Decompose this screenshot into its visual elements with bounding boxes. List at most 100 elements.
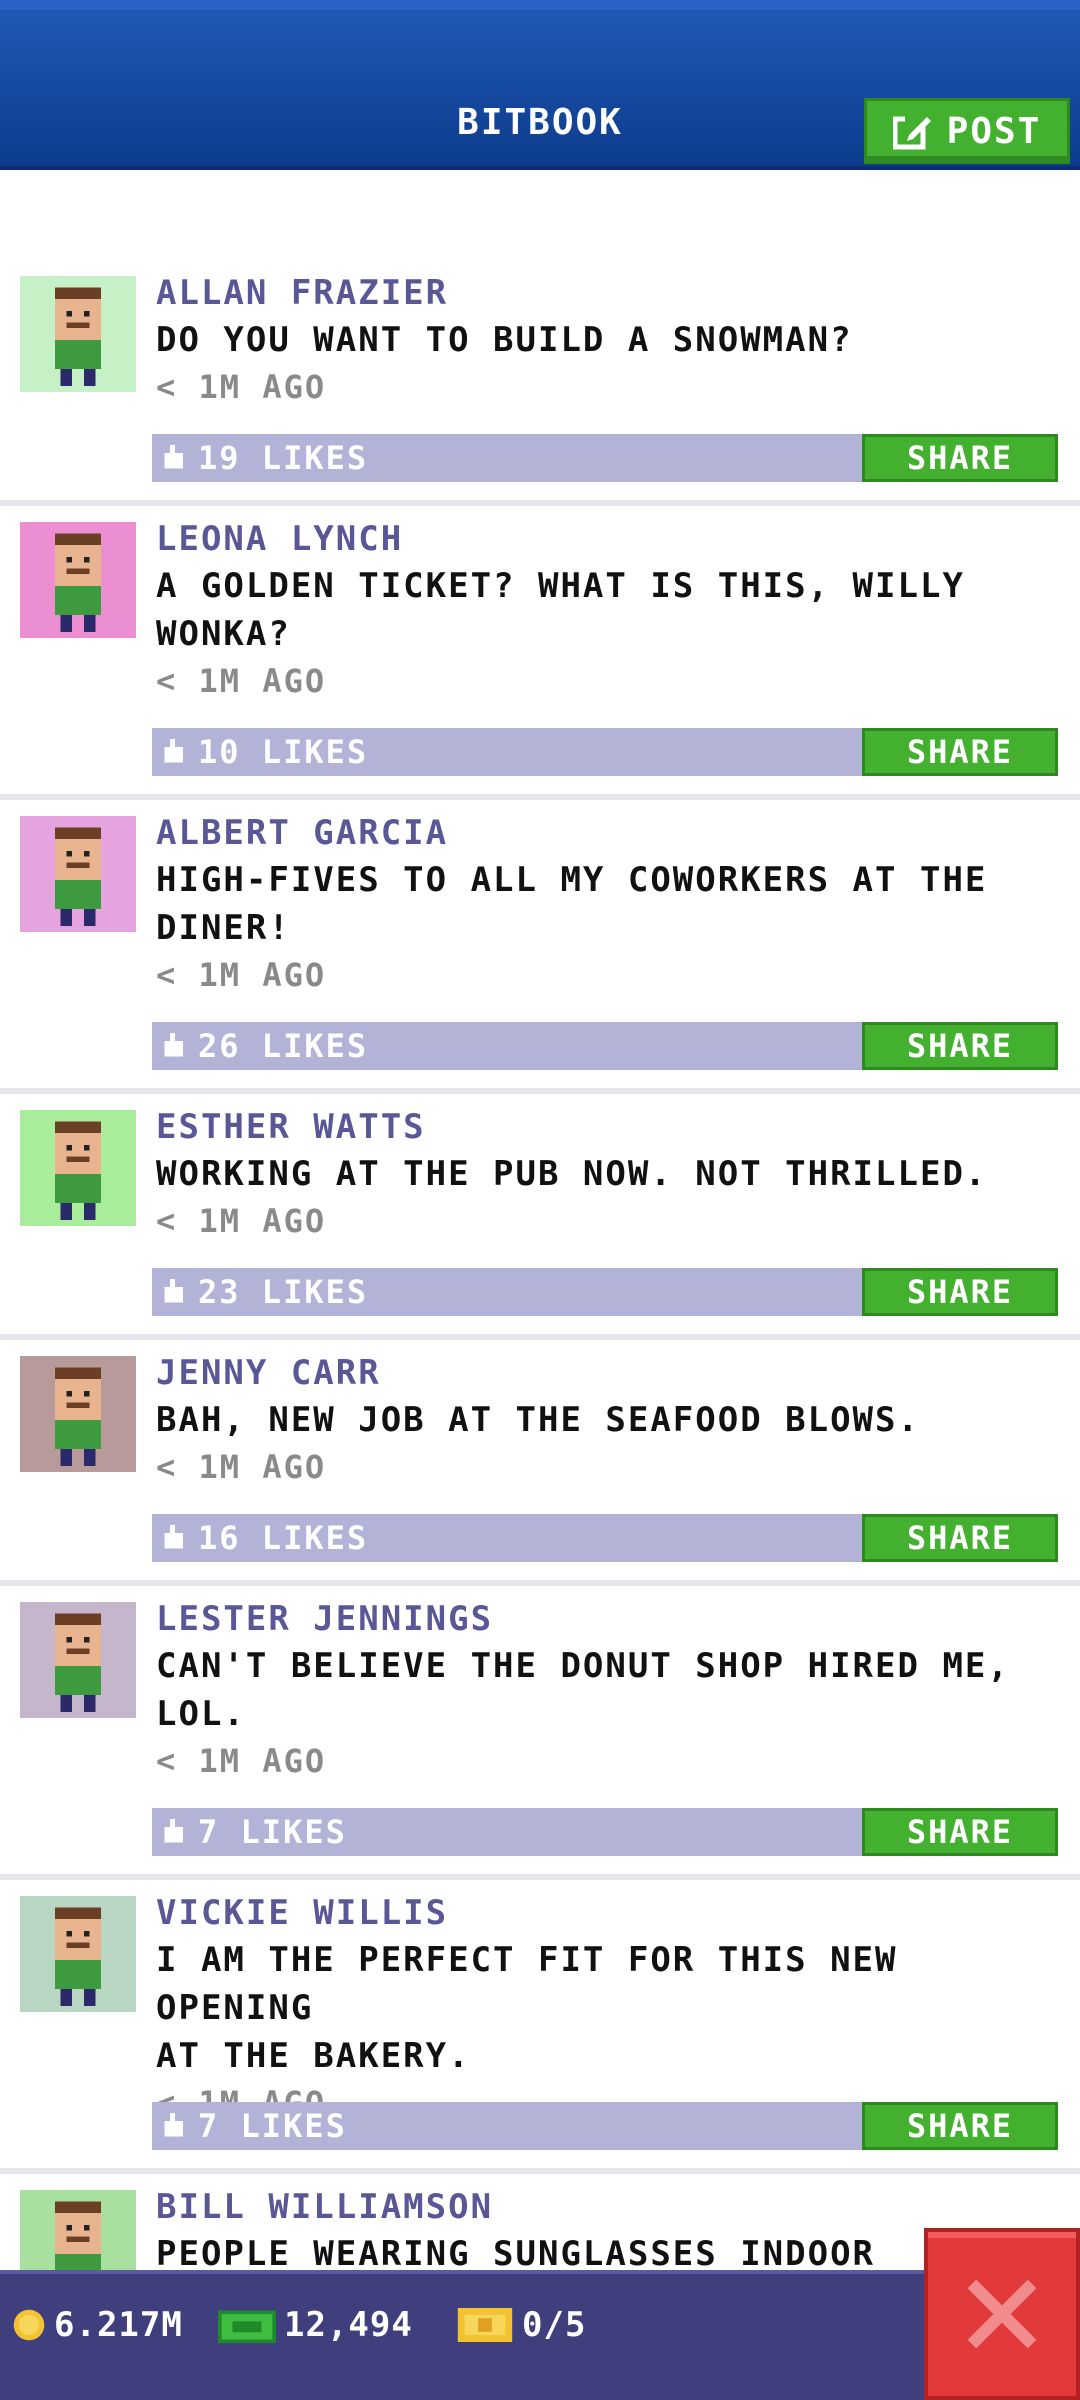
post-content: LEONA LYNCH A GOLDEN TICKET? WHAT IS THIS… — [156, 516, 1066, 704]
post-content: ALBERT GARCIA HIGH-FIVES TO ALL MY COWORK… — [156, 810, 1066, 998]
post-author[interactable]: LESTER JENNINGS — [156, 1596, 1066, 1642]
share-button[interactable]: SHARE — [862, 1514, 1058, 1562]
bux-stat: 12,494 — [218, 2300, 413, 2350]
post-text: WONKA? — [156, 614, 291, 654]
avatar — [20, 1602, 136, 1718]
post-text: I AM THE PERFECT FIT FOR THIS NEW OPENIN… — [156, 1940, 898, 2028]
status-bar: 6.217M 12,494 0/5 — [0, 2270, 1080, 2400]
like-bar[interactable]: 23 LIKES SHARE — [152, 1268, 1058, 1316]
post-author[interactable]: VICKIE WILLIS — [156, 1890, 1066, 1936]
like-count[interactable]: 26 LIKES — [162, 1022, 368, 1070]
avatar-icon — [20, 276, 136, 392]
share-button[interactable]: SHARE — [862, 728, 1058, 776]
post-author[interactable]: BILL WILLIAMSON — [156, 2184, 1066, 2230]
thumbs-up-icon — [164, 1279, 183, 1303]
post-timestamp: < 1M AGO — [156, 1742, 327, 1780]
avatar-icon — [20, 522, 136, 638]
like-count-label: 26 LIKES — [198, 1027, 369, 1065]
post-text: WORKING AT THE PUB NOW. NOT THRILLED. — [156, 1154, 988, 1194]
like-count[interactable]: 10 LIKES — [162, 728, 368, 776]
post-content: ALLAN FRAZIER DO YOU WANT TO BUILD A SNOW… — [156, 270, 1066, 410]
ticket-icon — [457, 2308, 513, 2342]
close-button[interactable] — [924, 2228, 1080, 2400]
post-timestamp: < 1M AGO — [156, 1202, 327, 1240]
tickets-stat: 0/5 — [456, 2300, 586, 2350]
post-text: LOL. — [156, 1694, 246, 1734]
feed-post: JENNY CARR BAH, NEW JOB AT THE SEAFOOD BL… — [0, 1340, 1080, 1586]
like-count-label: 10 LIKES — [198, 733, 369, 771]
avatar-icon — [20, 1602, 136, 1718]
post-button[interactable]: POST — [864, 98, 1070, 164]
like-count[interactable]: 23 LIKES — [162, 1268, 368, 1316]
avatar-icon — [20, 1110, 136, 1226]
like-count[interactable]: 7 LIKES — [162, 2102, 347, 2150]
post-text: HIGH-FIVES TO ALL MY COWORKERS AT THE — [156, 860, 988, 900]
like-count-label: 23 LIKES — [198, 1273, 369, 1311]
post-timestamp: < 1M AGO — [156, 368, 327, 406]
post-author[interactable]: ESTHER WATTS — [156, 1104, 1066, 1150]
like-bar[interactable]: 10 LIKES SHARE — [152, 728, 1058, 776]
bux-icon — [218, 2310, 276, 2344]
bux-value: 12,494 — [284, 2305, 413, 2345]
share-button[interactable]: SHARE — [862, 1022, 1058, 1070]
like-count-label: 7 LIKES — [198, 1813, 347, 1851]
share-button[interactable]: SHARE — [862, 1268, 1058, 1316]
thumbs-up-icon — [164, 445, 183, 469]
post-content: VICKIE WILLIS I AM THE PERFECT FIT FOR TH… — [156, 1890, 1066, 2126]
feed-post: ALBERT GARCIA HIGH-FIVES TO ALL MY COWORK… — [0, 800, 1080, 1094]
feed-post: LESTER JENNINGS CAN'T BELIEVE THE DONUT S… — [0, 1586, 1080, 1880]
post-content: JENNY CARR BAH, NEW JOB AT THE SEAFOOD BL… — [156, 1350, 1066, 1490]
avatar-icon — [20, 816, 136, 932]
thumbs-up-icon — [164, 1525, 183, 1549]
post-author[interactable]: ALLAN FRAZIER — [156, 270, 1066, 316]
post-button-label: POST — [946, 110, 1042, 152]
post-content: LESTER JENNINGS CAN'T BELIEVE THE DONUT S… — [156, 1596, 1066, 1784]
avatar-icon — [20, 1356, 136, 1472]
like-count-label: 19 LIKES — [198, 439, 369, 477]
post-timestamp: < 1M AGO — [156, 662, 327, 700]
thumbs-up-icon — [164, 739, 183, 763]
post-content: ESTHER WATTS WORKING AT THE PUB NOW. NOT … — [156, 1104, 1066, 1244]
post-text: AT THE BAKERY. — [156, 2036, 471, 2076]
like-count[interactable]: 7 LIKES — [162, 1808, 347, 1856]
feed-post: ESTHER WATTS WORKING AT THE PUB NOW. NOT … — [0, 1094, 1080, 1340]
avatar-icon — [20, 1896, 136, 2012]
coins-value: 6.217M — [54, 2305, 183, 2345]
edit-icon — [892, 115, 931, 150]
like-count-label: 7 LIKES — [198, 2107, 347, 2145]
like-count[interactable]: 16 LIKES — [162, 1514, 368, 1562]
like-bar[interactable]: 7 LIKES SHARE — [152, 1808, 1058, 1856]
post-author[interactable]: ALBERT GARCIA — [156, 810, 1066, 856]
post-text: A GOLDEN TICKET? WHAT IS THIS, WILLY — [156, 566, 965, 606]
like-bar[interactable]: 7 LIKES SHARE — [152, 2102, 1058, 2150]
thumbs-up-icon — [164, 1819, 183, 1843]
post-text: DINER! — [156, 908, 291, 948]
thumbs-up-icon — [164, 2113, 183, 2137]
post-text: CAN'T BELIEVE THE DONUT SHOP HIRED ME, — [156, 1646, 1010, 1686]
share-button[interactable]: SHARE — [862, 2102, 1058, 2150]
post-timestamp: < 1M AGO — [156, 956, 327, 994]
like-count[interactable]: 19 LIKES — [162, 434, 368, 482]
avatar — [20, 1356, 136, 1472]
feed-post: VICKIE WILLIS I AM THE PERFECT FIT FOR TH… — [0, 1880, 1080, 2174]
post-text: DO YOU WANT TO BUILD A SNOWMAN? — [156, 320, 853, 360]
like-count-label: 16 LIKES — [198, 1519, 369, 1557]
like-bar[interactable]: 26 LIKES SHARE — [152, 1022, 1058, 1070]
coin-icon — [13, 2309, 45, 2341]
close-icon — [967, 2279, 1037, 2349]
post-author[interactable]: JENNY CARR — [156, 1350, 1066, 1396]
thumbs-up-icon — [164, 1033, 183, 1057]
like-bar[interactable]: 19 LIKES SHARE — [152, 434, 1058, 482]
app-header: BITBOOK POST — [0, 0, 1080, 170]
avatar — [20, 1896, 136, 2012]
share-button[interactable]: SHARE — [862, 434, 1058, 482]
share-button[interactable]: SHARE — [862, 1808, 1058, 1856]
post-timestamp: < 1M AGO — [156, 1448, 327, 1486]
post-author[interactable]: LEONA LYNCH — [156, 516, 1066, 562]
like-bar[interactable]: 16 LIKES SHARE — [152, 1514, 1058, 1562]
avatar — [20, 276, 136, 392]
feed-post: LEONA LYNCH A GOLDEN TICKET? WHAT IS THIS… — [0, 506, 1080, 800]
avatar — [20, 816, 136, 932]
bitbook-feed[interactable]: ALLAN FRAZIER DO YOU WANT TO BUILD A SNOW… — [0, 260, 1080, 2354]
tickets-value: 0/5 — [522, 2305, 587, 2345]
